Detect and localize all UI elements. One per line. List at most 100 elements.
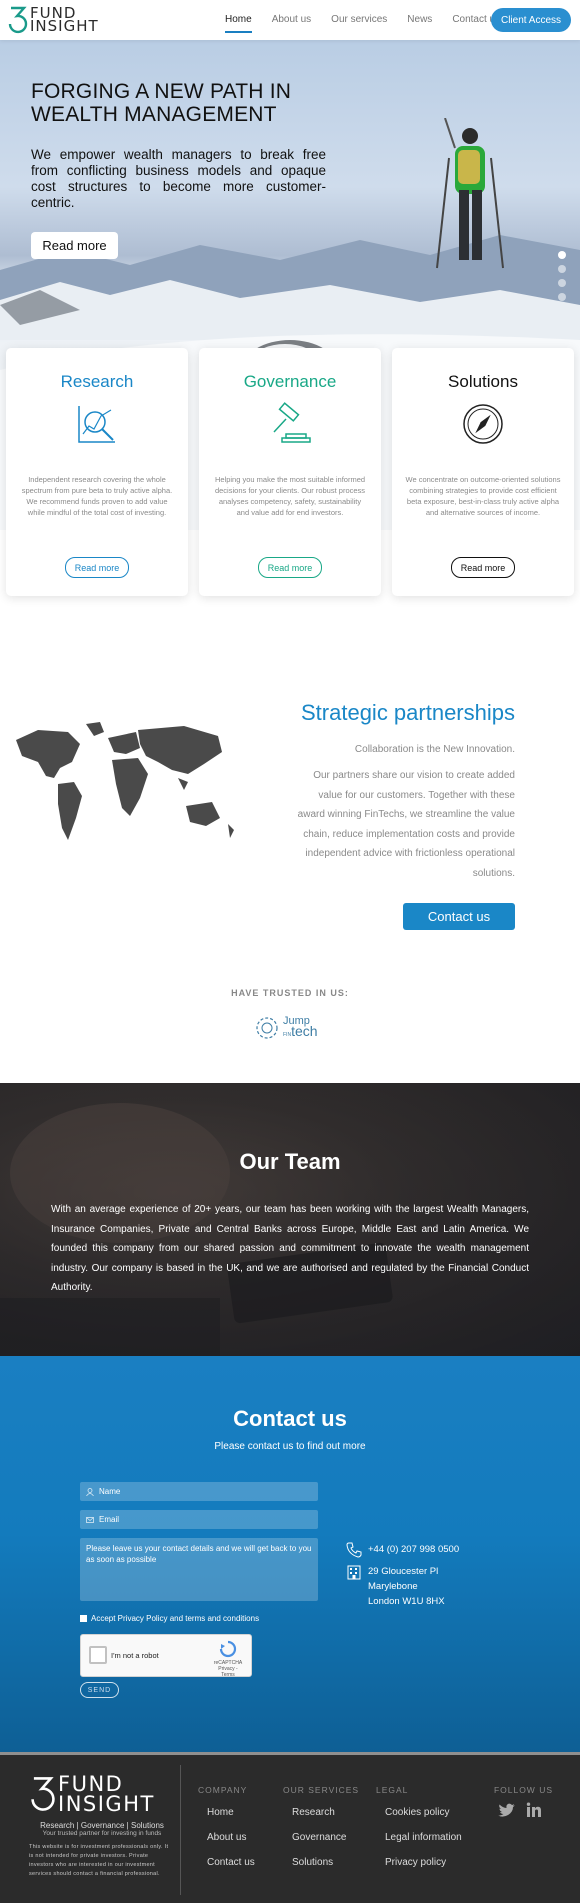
recaptcha-logo: reCAPTCHA Privacy - Terms — [213, 1640, 243, 1678]
social-links — [488, 1802, 542, 1818]
card-text: We concentrate on outcome-oriented solut… — [405, 475, 561, 517]
partnerships-tagline: Collaboration is the New Innovation. — [354, 744, 515, 755]
client-access-button[interactable]: Client Access — [491, 8, 571, 32]
footer-link-contact-us[interactable]: Contact us — [198, 1857, 255, 1868]
recaptcha-checkbox[interactable] — [89, 1646, 107, 1664]
footer-heading: OUR SERVICES — [283, 1785, 360, 1795]
email-placeholder: Email — [99, 1515, 120, 1524]
message-field[interactable]: Please leave us your contact details and… — [80, 1538, 318, 1601]
research-magnifier-chart-icon — [78, 406, 115, 443]
building-icon — [347, 1565, 361, 1580]
footer-logo-line-2: INSIGHT — [58, 1792, 155, 1816]
card-research: Research Independent research covering t… — [6, 348, 188, 596]
footer-divider — [180, 1765, 181, 1895]
footer-tagline-2: Your trusted partner for investing in fu… — [42, 1830, 162, 1837]
site-header: FUND INSIGHT Home About us Our services … — [0, 0, 580, 40]
partnerships-title: Strategic partnerships — [301, 700, 515, 725]
footer-link-governance[interactable]: Governance — [283, 1832, 359, 1843]
user-icon — [86, 1487, 94, 1496]
follow-us-heading: FOLLOW US — [493, 1785, 553, 1795]
slider-dot[interactable] — [558, 251, 566, 259]
contact-phone: +44 (0) 207 998 0500 — [346, 1542, 459, 1558]
slider-dot[interactable] — [558, 293, 566, 301]
card-title: Research — [60, 372, 134, 391]
email-field[interactable]: Email — [80, 1510, 318, 1529]
linkedin-icon[interactable] — [526, 1802, 542, 1818]
footer-link-cookies-policy[interactable]: Cookies policy — [376, 1807, 462, 1818]
nav-home[interactable]: Home — [225, 0, 252, 40]
footer-logo-mark-icon — [31, 1777, 55, 1811]
footer-column-company: COMPANY Home About us Contact us — [198, 1785, 255, 1882]
team-title: Our Team — [239, 1149, 341, 1174]
nav-news[interactable]: News — [407, 0, 432, 40]
partnerships-contact-button[interactable]: Contact us — [403, 903, 515, 930]
contact-title: Contact us — [233, 1406, 347, 1431]
partnerships-section: Strategic partnerships Collaboration is … — [0, 600, 580, 1080]
logo-text: FUND INSIGHT — [30, 6, 99, 35]
phone-icon — [346, 1542, 362, 1558]
jump-fintech-wordmark: Jump FINtech — [283, 1016, 318, 1040]
footer-link-research[interactable]: Research — [283, 1807, 359, 1818]
address-line-1: 29 Gloucester Pl — [368, 1566, 439, 1577]
slider-dot[interactable] — [558, 265, 566, 273]
name-field[interactable]: Name — [80, 1482, 318, 1501]
jump-fintech-logo[interactable]: Jump FINtech — [255, 1014, 325, 1042]
card-title: Governance — [243, 372, 337, 391]
footer-link-legal-information[interactable]: Legal information — [376, 1832, 462, 1843]
team-text: With an average experience of 20+ years,… — [51, 1204, 529, 1293]
name-placeholder: Name — [99, 1487, 121, 1496]
privacy-checkbox[interactable] — [80, 1615, 87, 1622]
recaptcha-icon — [219, 1640, 237, 1658]
hero-title: FORGING A NEW PATH IN WEALTH MANAGEMENT — [31, 80, 292, 126]
send-button[interactable]: SEND — [80, 1682, 119, 1698]
site-footer: FUND INSIGHT Research | Governance | Sol… — [0, 1752, 580, 1903]
privacy-consent[interactable]: Accept Privacy Policy and terms and cond… — [80, 1614, 259, 1623]
privacy-consent-label: Accept Privacy Policy and terms and cond… — [91, 1614, 260, 1623]
footer-link-solutions[interactable]: Solutions — [283, 1857, 359, 1868]
phone-number[interactable]: +44 (0) 207 998 0500 — [368, 1542, 459, 1558]
footer-link-about-us[interactable]: About us — [198, 1832, 255, 1843]
recaptcha-links[interactable]: Privacy - Terms — [213, 1666, 243, 1678]
footer-column-legal: LEGAL Cookies policy Legal information P… — [376, 1785, 462, 1882]
card-solutions: Solutions We concentrate on outcome-orie… — [392, 348, 574, 596]
partnerships-description: Our partners share our vision to create … — [297, 770, 515, 879]
footer-disclaimer: This website is for investment professio… — [29, 1844, 169, 1877]
contact-address: 29 Gloucester Pl Marylebone London W1U 8… — [346, 1564, 445, 1609]
footer-link-privacy-policy[interactable]: Privacy policy — [376, 1857, 462, 1868]
footer-logo-line-1: FUND — [58, 1772, 124, 1796]
slider-dot[interactable] — [558, 279, 566, 287]
slider-dots — [558, 251, 566, 307]
contact-section: Contact us Please contact us to find out… — [0, 1356, 580, 1752]
solutions-read-more-button[interactable]: Read more — [451, 557, 515, 578]
footer-tagline: Research | Governance | Solutions — [40, 1821, 164, 1830]
main-nav: Home About us Our services News Contact … — [225, 0, 520, 40]
card-title: Solutions — [448, 372, 518, 391]
hero-read-more-button[interactable]: Read more — [31, 232, 118, 259]
governance-read-more-button[interactable]: Read more — [258, 557, 322, 578]
address-line-2: Marylebone — [368, 1581, 418, 1592]
tech-word: tech — [291, 1023, 318, 1039]
card-governance: Governance Helping you make the most sui… — [199, 348, 381, 596]
trusted-label: HAVE TRUSTED IN US: — [231, 988, 349, 998]
nav-about-us[interactable]: About us — [272, 0, 311, 40]
footer-logo-text: FUND INSIGHT — [58, 1772, 155, 1816]
footer-heading: COMPANY — [198, 1785, 248, 1795]
hero-lead: We empower wealth managers to break free… — [31, 147, 326, 210]
service-cards: Research Independent research covering t… — [6, 348, 574, 596]
site-logo[interactable]: FUND INSIGHT — [8, 4, 99, 36]
recaptcha-widget[interactable]: I'm not a robot reCAPTCHA Privacy - Term… — [80, 1634, 252, 1678]
twitter-icon[interactable] — [498, 1803, 516, 1817]
card-text: Independent research covering the whole … — [21, 475, 173, 517]
contact-subtitle: Please contact us to find out more — [214, 1441, 366, 1452]
logo-line-2: INSIGHT — [30, 17, 99, 35]
hiker-figure — [436, 118, 504, 269]
envelope-icon — [86, 1516, 94, 1523]
team-section: Our Team With an average experience of 2… — [0, 1083, 580, 1356]
footer-link-home[interactable]: Home — [198, 1807, 255, 1818]
nav-our-services[interactable]: Our services — [331, 0, 387, 40]
recaptcha-label: I'm not a robot — [111, 1651, 159, 1660]
research-read-more-button[interactable]: Read more — [65, 557, 129, 578]
gavel-icon — [273, 402, 311, 443]
footer-heading: LEGAL — [376, 1785, 409, 1795]
footer-logo[interactable]: FUND INSIGHT — [30, 1773, 155, 1815]
